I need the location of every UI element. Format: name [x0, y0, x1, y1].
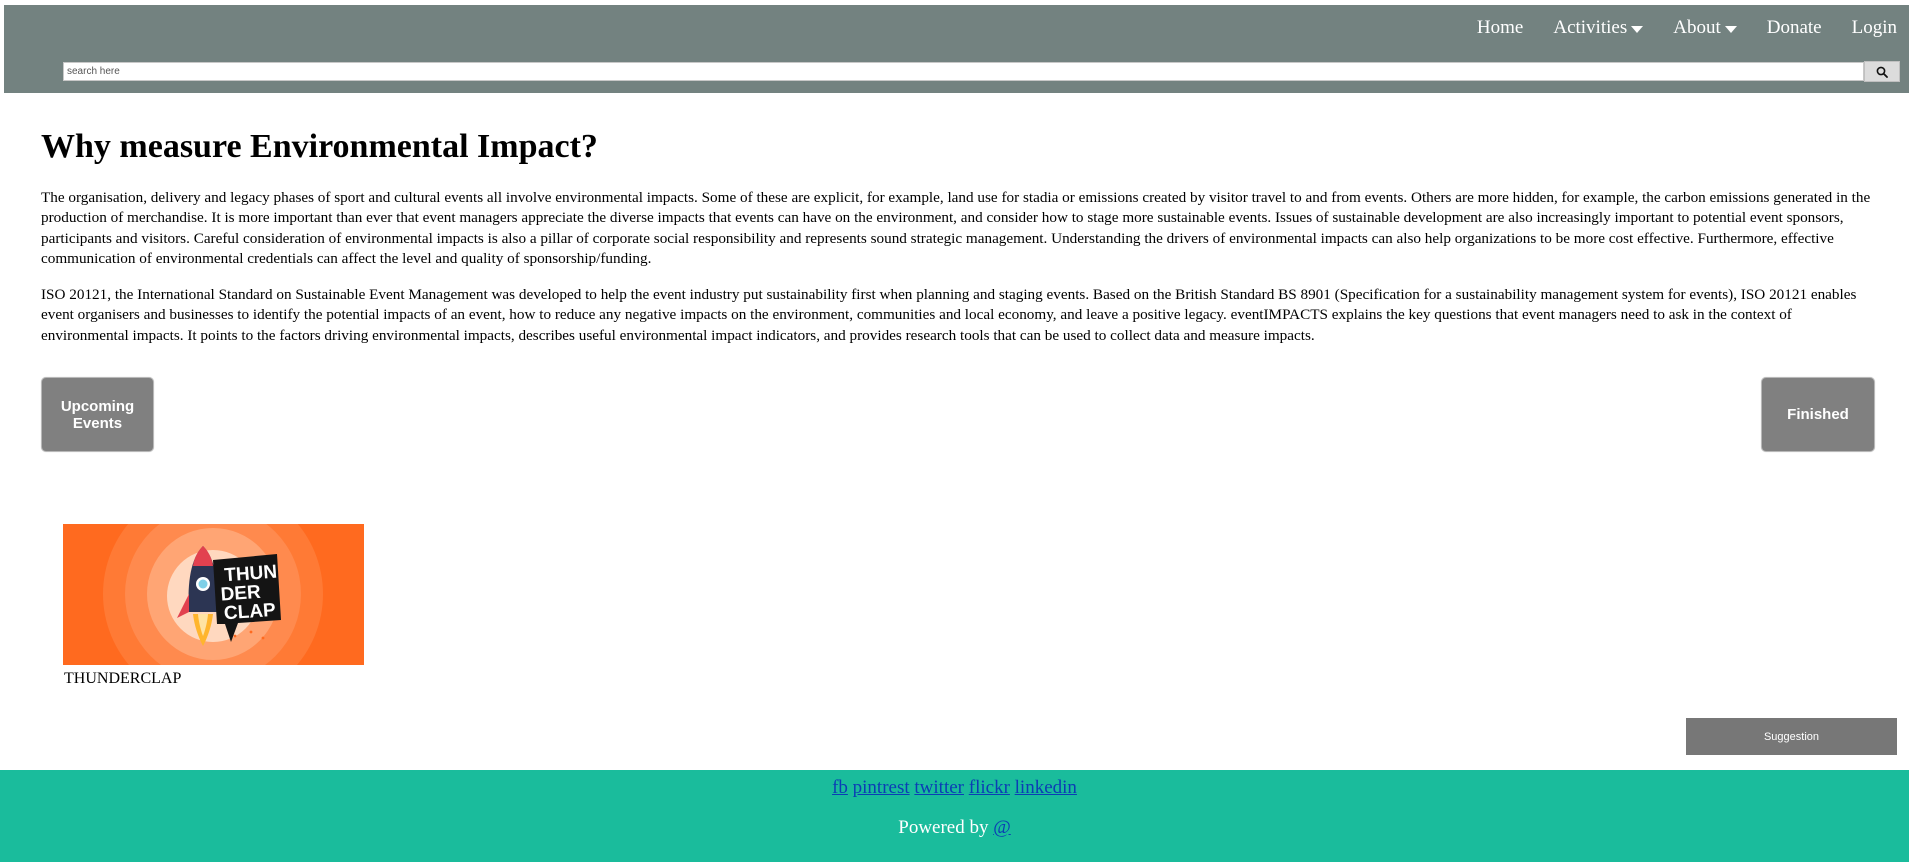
nav-donate[interactable]: Donate — [1767, 17, 1822, 39]
powered-by-label: Powered by — [898, 817, 989, 838]
event-card[interactable]: THUN DER CLAP THUNDERCLAP — [63, 524, 364, 687]
search-button[interactable] — [1864, 61, 1900, 82]
main-nav: Home Activities About Donate Login — [1447, 17, 1897, 39]
nav-home[interactable]: Home — [1477, 17, 1523, 39]
link-flickr[interactable]: flickr — [969, 777, 1010, 798]
upcoming-events-button[interactable]: Upcoming Events — [41, 377, 154, 452]
nav-login[interactable]: Login — [1852, 17, 1897, 39]
iso-paragraph: ISO 20121, the International Standard on… — [41, 286, 1857, 344]
nav-activities[interactable]: Activities — [1553, 17, 1644, 39]
caret-down-icon — [1724, 25, 1737, 33]
header-bar: Home Activities About Donate Login — [4, 5, 1909, 93]
upcoming-events-label: Upcoming Events — [60, 397, 135, 432]
search-input[interactable] — [63, 62, 1864, 81]
finished-label: Finished — [1787, 406, 1849, 423]
thunderclap-thumbnail: THUN DER CLAP — [63, 524, 364, 665]
suggestion-button[interactable]: Suggestion — [1686, 718, 1897, 755]
search-icon — [1876, 66, 1888, 78]
footer: fb pintrest twitter flickr linkedin Powe… — [0, 770, 1909, 862]
link-pintrest[interactable]: pintrest — [853, 777, 910, 798]
caret-down-icon — [1631, 25, 1644, 33]
powered-by-link[interactable]: @ — [993, 817, 1011, 838]
svg-text:CLAP: CLAP — [223, 600, 276, 625]
nav-about[interactable]: About — [1673, 17, 1737, 39]
link-linkedin[interactable]: linkedin — [1015, 777, 1077, 798]
social-links: fb pintrest twitter flickr linkedin — [0, 777, 1909, 799]
nav-activities-label: Activities — [1553, 17, 1628, 38]
suggestion-label: Suggestion — [1763, 730, 1820, 743]
nav-login-label: Login — [1851, 17, 1897, 38]
link-fb[interactable]: fb — [832, 777, 848, 798]
nav-home-label: Home — [1476, 17, 1524, 38]
event-title: THUNDERCLAP — [64, 670, 182, 687]
intro-paragraph: The organisation, delivery and legacy ph… — [41, 189, 1871, 267]
link-twitter[interactable]: twitter — [914, 777, 964, 798]
powered-by: Powered by @ — [0, 817, 1909, 839]
nav-donate-label: Donate — [1766, 17, 1822, 38]
page-title: Why measure Environmental Impact? — [41, 128, 598, 165]
nav-about-label: About — [1673, 17, 1721, 38]
finished-button[interactable]: Finished — [1761, 377, 1875, 452]
